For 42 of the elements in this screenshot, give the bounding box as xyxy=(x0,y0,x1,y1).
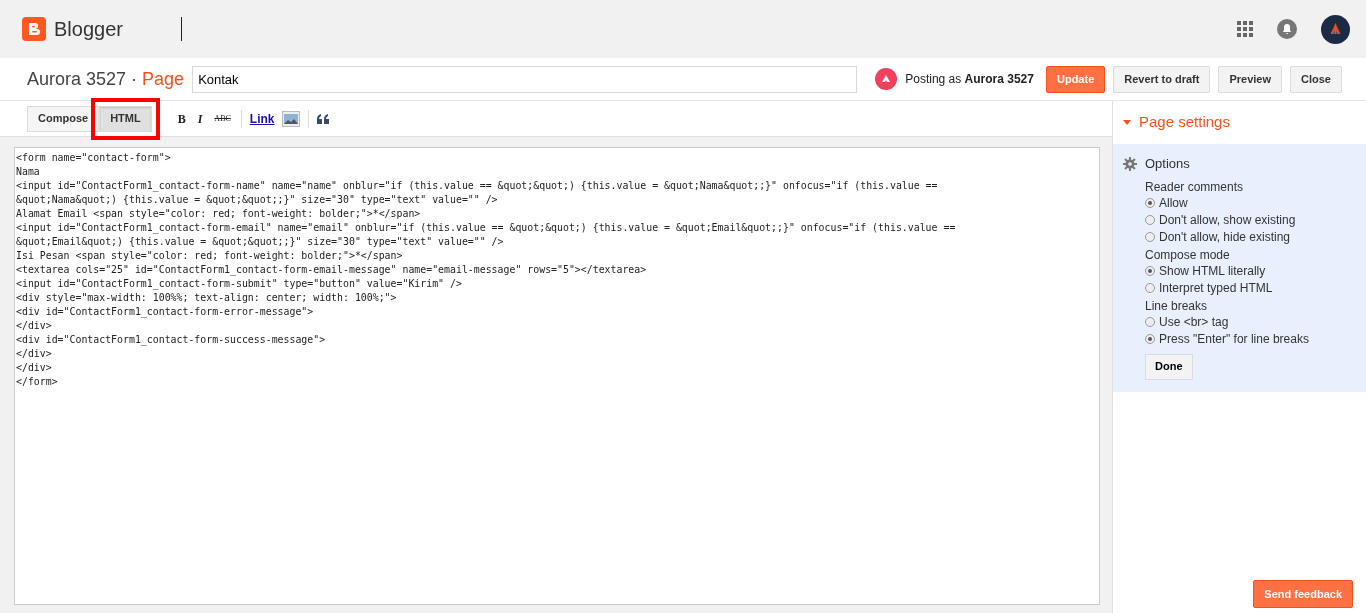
radio-button[interactable] xyxy=(1145,198,1155,208)
image-icon[interactable] xyxy=(282,110,301,127)
header-button[interactable]: Revert to draft xyxy=(1113,65,1211,93)
settings-title[interactable]: Page settings xyxy=(1139,111,1230,134)
radio-label[interactable]: Don't allow, hide existing xyxy=(1159,228,1291,246)
radio-button[interactable] xyxy=(1145,215,1155,225)
options-heading: Options xyxy=(1145,155,1190,173)
done-button[interactable]: Done xyxy=(1145,353,1193,380)
page-title-field[interactable]: Kontak xyxy=(192,65,858,93)
radio-label[interactable]: Show HTML literally xyxy=(1159,262,1266,280)
radio-label[interactable]: Use <br> tag xyxy=(1159,313,1229,331)
group-label: Compose mode xyxy=(1145,247,1231,263)
blog-title: Aurora 3527 · Page xyxy=(27,67,185,91)
strikethrough-button[interactable]: ABC xyxy=(212,112,233,125)
radio-label[interactable]: Allow xyxy=(1159,194,1188,212)
header-button[interactable]: Close xyxy=(1290,65,1342,93)
radio-label[interactable]: Don't allow, show existing xyxy=(1159,211,1296,229)
radio-label[interactable]: Press "Enter" for line breaks xyxy=(1159,330,1309,348)
profile-icon xyxy=(875,68,898,90)
radio-button[interactable] xyxy=(1145,317,1155,327)
posting-as-text: Posting as Aurora 3527 xyxy=(905,71,1034,88)
bold-button[interactable]: B xyxy=(175,109,188,128)
gear-icon xyxy=(1123,156,1137,171)
header-button[interactable]: Preview xyxy=(1218,65,1283,93)
account-avatar-icon[interactable] xyxy=(1321,14,1350,44)
radio-button[interactable] xyxy=(1145,232,1155,242)
mode-tab[interactable]: Compose xyxy=(27,105,100,132)
app-name: Blogger xyxy=(54,17,123,42)
quote-icon[interactable] xyxy=(317,113,330,124)
radio-button[interactable] xyxy=(1145,334,1155,344)
link-button[interactable]: Link xyxy=(249,109,275,128)
apps-grid-icon[interactable] xyxy=(1237,21,1253,37)
caret-down-icon[interactable] xyxy=(1123,120,1131,125)
group-label: Line breaks xyxy=(1145,298,1209,314)
radio-button[interactable] xyxy=(1145,283,1155,293)
blogger-logo-icon[interactable] xyxy=(22,17,46,41)
group-label: Reader comments xyxy=(1145,179,1245,195)
italic-button[interactable]: I xyxy=(195,109,205,128)
radio-button[interactable] xyxy=(1145,266,1155,276)
notifications-bell-icon[interactable] xyxy=(1277,19,1297,39)
radio-label[interactable]: Interpret typed HTML xyxy=(1159,279,1273,297)
code-editor[interactable]: <form name="contact-form"> Nama <input id="ContactForm1_contact-form-name" name="name" onblur="if (this.value == &quot;&quot;) {this.value = &quot;Nama&quot;;}" onfocus="if (this.value == &quot;Nama&quot;) {this.value = &quot;&quot;;}" size="30" type="text" value="" /> Alamat Email <span style="color: red; font-weight: bolder;">*</span> <input id="ContactForm1_contact-form-email" name="email" onblur="if (this.value == &quot;&quot;) {this.value = &quot;Email&quot;;}" onfocus="if (this.value == &quot;Email&quot;) {this.value = &quot;&quot;;}" size="30" type="text" value="" /> Isi Pesan <span style="color: red; font-weight: bolder;">*</span> <textarea cols="25" id="ContactForm1_contact-form-email-message" name="email-message" rows="5"></textarea> <input id="ContactForm1_contact-form-submit" type="button" value="Kirim" /> <div style="max-width: 100%%; text-align: center; width: 100%;"> <div id="ContactForm1_contact-form-error-message"> </div> <div id="ContactForm1_contact-form-success-message"> </div> </div> </form> xyxy=(14,147,1100,605)
